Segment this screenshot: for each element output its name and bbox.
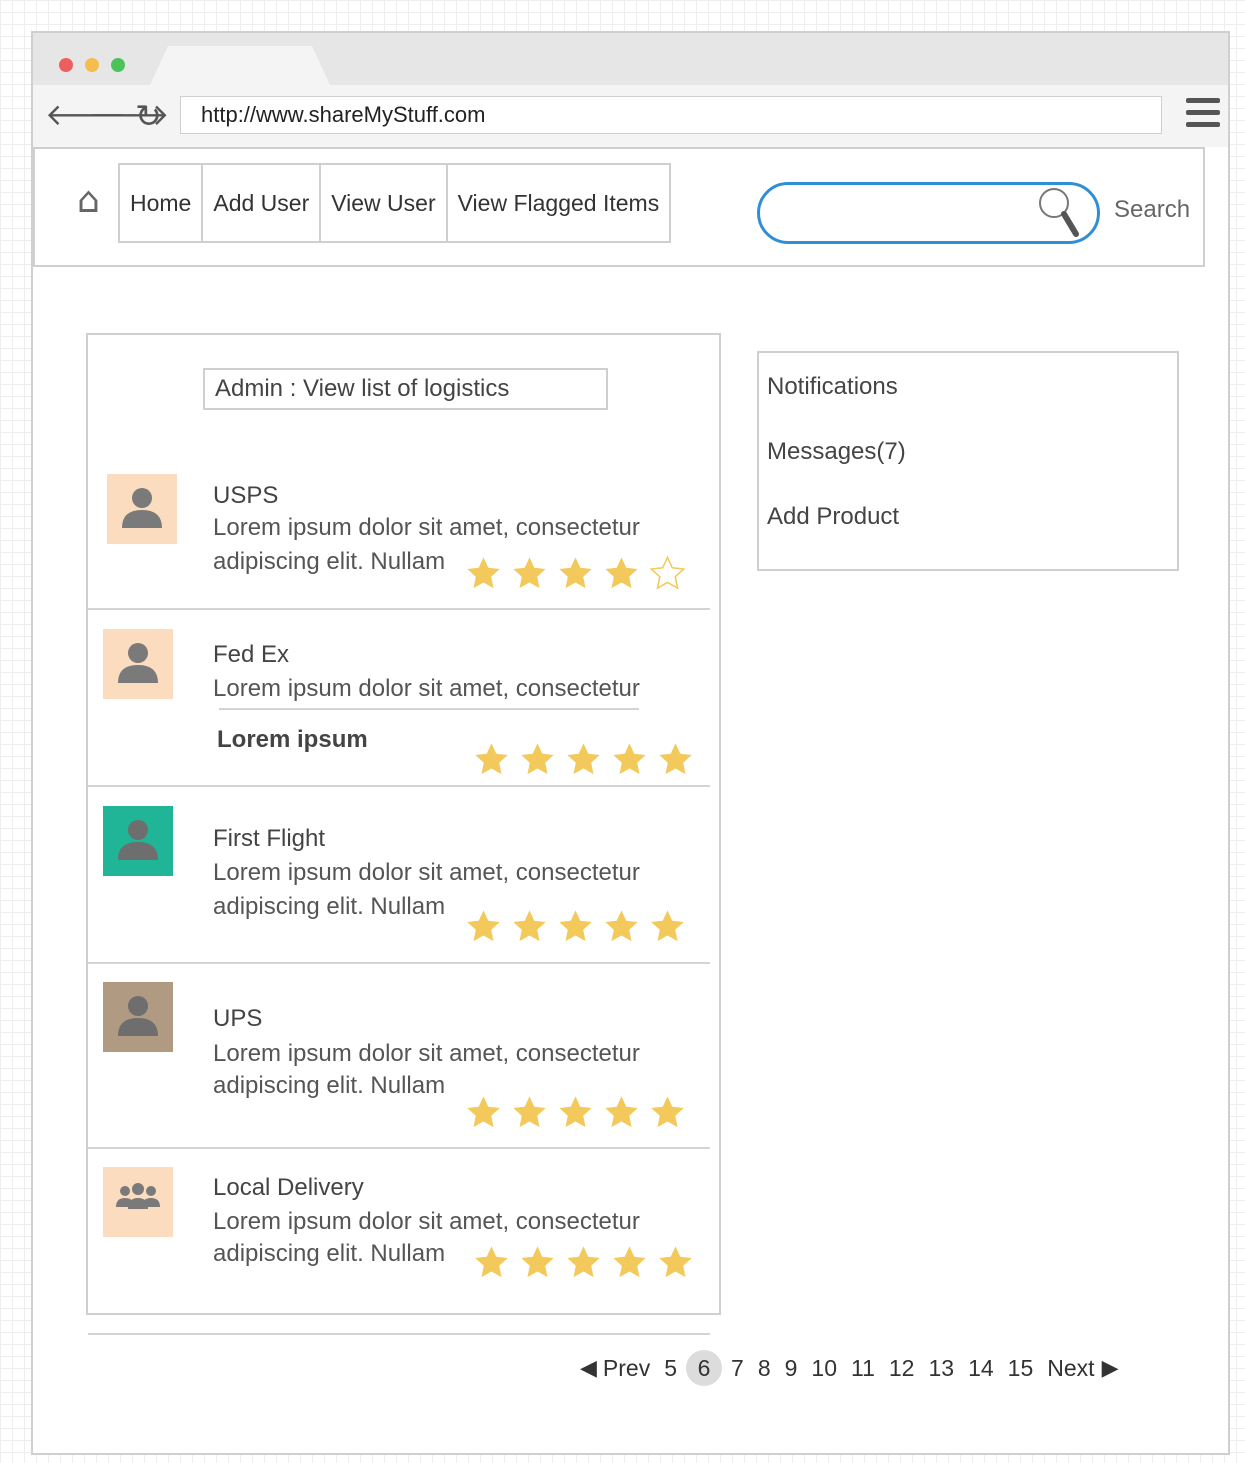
- close-window-button[interactable]: [59, 58, 73, 72]
- star-filled-icon: [513, 910, 546, 942]
- star-filled-icon: [475, 1246, 508, 1278]
- divider: [88, 962, 710, 964]
- item-name[interactable]: Local Delivery: [213, 1174, 364, 1202]
- person-icon: [118, 996, 158, 1036]
- item-name[interactable]: First Flight: [213, 825, 325, 853]
- star-filled-icon: [521, 1246, 554, 1278]
- home-icon[interactable]: ⌂: [77, 183, 100, 219]
- star-filled-icon: [651, 910, 684, 942]
- page-15[interactable]: 15: [1008, 1355, 1034, 1382]
- page-10[interactable]: 10: [811, 1355, 837, 1382]
- star-filled-icon: [567, 743, 600, 775]
- item-name[interactable]: USPS: [213, 482, 278, 510]
- logistics-list-panel: [86, 333, 721, 1315]
- next-arrow-icon[interactable]: ▶: [1102, 1356, 1119, 1381]
- avatar: [103, 1167, 173, 1237]
- divider: [88, 1333, 710, 1335]
- person-icon: [122, 488, 162, 528]
- star-filled-icon: [559, 557, 592, 589]
- star-filled-icon: [513, 557, 546, 589]
- group-icon: [116, 1183, 160, 1209]
- page-5[interactable]: 5: [664, 1355, 677, 1382]
- page-9[interactable]: 9: [785, 1355, 798, 1382]
- nav-view-user[interactable]: View User: [321, 165, 448, 241]
- add-product-link[interactable]: Add Product: [767, 503, 899, 531]
- star-filled-icon: [521, 743, 554, 775]
- avatar: [107, 474, 177, 544]
- star-empty-icon: [649, 555, 686, 590]
- search-icon[interactable]: [1036, 184, 1080, 240]
- star-filled-icon: [659, 743, 692, 775]
- item-description: adipiscing elit. Nullam: [213, 1072, 446, 1099]
- item-subtitle: Lorem ipsum: [217, 726, 368, 753]
- item-description: Lorem ipsum dolor sit amet, consectetur: [213, 1208, 640, 1235]
- person-icon: [118, 820, 158, 860]
- messages-link[interactable]: Messages(7): [767, 438, 906, 466]
- item-name[interactable]: Fed Ex: [213, 641, 289, 669]
- person-icon: [118, 643, 158, 683]
- divider: [88, 785, 710, 787]
- divider: [219, 708, 639, 710]
- star-filled-icon: [651, 1096, 684, 1128]
- reload-icon[interactable]: ↻: [135, 100, 162, 132]
- notifications-link[interactable]: Notifications: [767, 373, 898, 401]
- star-filled-icon: [613, 1246, 646, 1278]
- search-label[interactable]: Search: [1114, 196, 1190, 224]
- nav-view-flagged-items[interactable]: View Flagged Items: [448, 165, 670, 241]
- star-rating: [473, 741, 694, 778]
- star-rating: [473, 1244, 694, 1281]
- item-description: adipiscing elit. Nullam: [213, 548, 446, 575]
- star-filled-icon: [559, 910, 592, 942]
- prev-arrow-icon[interactable]: ◀: [580, 1356, 597, 1381]
- prev-button[interactable]: Prev: [603, 1355, 650, 1382]
- star-rating: [465, 1094, 686, 1131]
- star-rating: [465, 555, 686, 592]
- divider: [88, 1147, 710, 1149]
- item-description: Lorem ipsum dolor sit amet, consectetur: [213, 514, 640, 541]
- star-filled-icon: [605, 557, 638, 589]
- star-filled-icon: [513, 1096, 546, 1128]
- main-nav: Home Add User View User View Flagged Ite…: [118, 163, 672, 243]
- minimize-window-button[interactable]: [85, 58, 99, 72]
- star-filled-icon: [467, 1096, 500, 1128]
- page-13[interactable]: 13: [928, 1355, 954, 1382]
- page-8[interactable]: 8: [758, 1355, 771, 1382]
- avatar: [103, 629, 173, 699]
- avatar: [103, 806, 173, 876]
- address-bar[interactable]: http://www.shareMyStuff.com: [180, 96, 1162, 134]
- list-title: Admin : View list of logistics: [203, 368, 608, 410]
- star-filled-icon: [559, 1096, 592, 1128]
- star-filled-icon: [659, 1246, 692, 1278]
- browser-tab[interactable]: [150, 46, 330, 85]
- star-rating: [465, 908, 686, 945]
- item-description: adipiscing elit. Nullam: [213, 1240, 446, 1267]
- maximize-window-button[interactable]: [111, 58, 125, 72]
- page-14[interactable]: 14: [968, 1355, 994, 1382]
- next-button[interactable]: Next: [1047, 1355, 1094, 1382]
- star-filled-icon: [567, 1246, 600, 1278]
- page-11[interactable]: 11: [851, 1355, 875, 1382]
- item-description: Lorem ipsum dolor sit amet, consectetur: [213, 1040, 640, 1067]
- page-7[interactable]: 7: [731, 1355, 744, 1382]
- star-filled-icon: [605, 910, 638, 942]
- avatar: [103, 982, 173, 1052]
- pagination: ◀ Prev 5 6 7 8 9 10 11 12 13 14 15 Next …: [580, 1350, 1118, 1386]
- star-filled-icon: [467, 910, 500, 942]
- star-filled-icon: [605, 1096, 638, 1128]
- item-description: Lorem ipsum dolor sit amet, consectetur: [213, 859, 640, 886]
- star-filled-icon: [475, 743, 508, 775]
- item-name[interactable]: UPS: [213, 1005, 262, 1033]
- page-12[interactable]: 12: [889, 1355, 915, 1382]
- nav-home[interactable]: Home: [120, 165, 204, 241]
- page-6-current[interactable]: 6: [686, 1350, 723, 1386]
- star-filled-icon: [467, 557, 500, 589]
- star-filled-icon: [613, 743, 646, 775]
- item-description: Lorem ipsum dolor sit amet, consectetur: [213, 675, 640, 702]
- divider: [88, 608, 710, 610]
- nav-add-user[interactable]: Add User: [203, 165, 322, 241]
- item-description: adipiscing elit. Nullam: [213, 893, 446, 920]
- hamburger-menu-icon[interactable]: [1186, 98, 1220, 134]
